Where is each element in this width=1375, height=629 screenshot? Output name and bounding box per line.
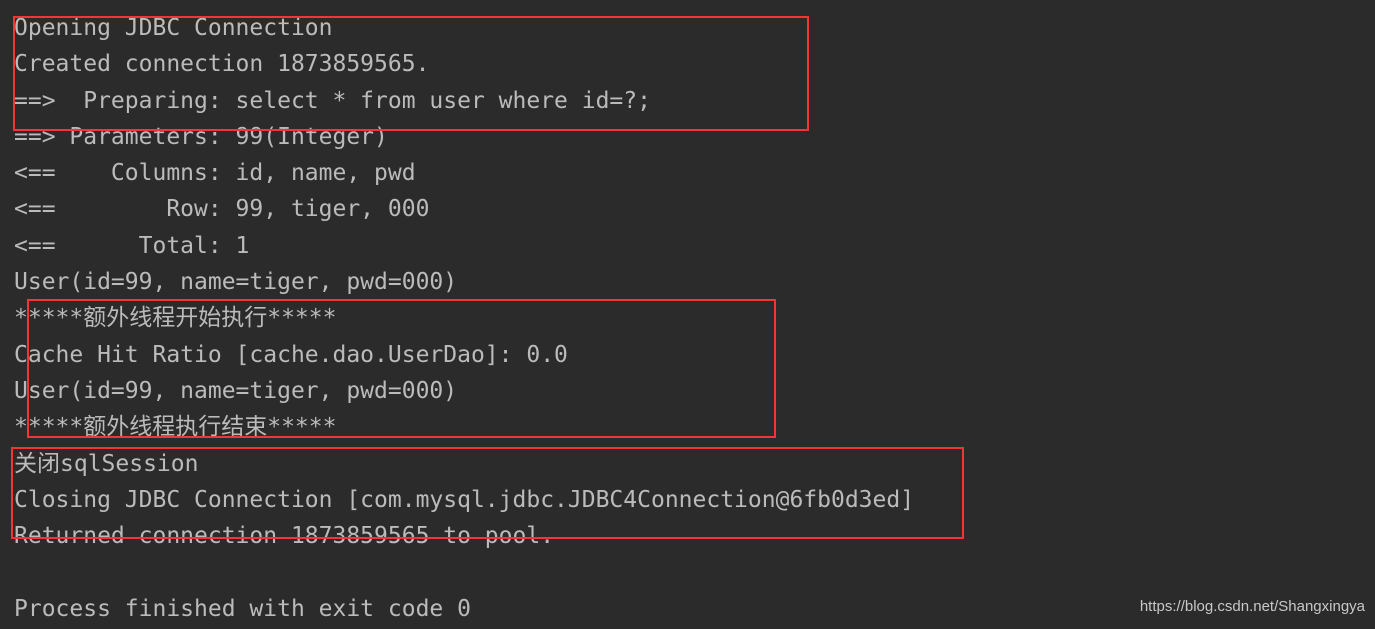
highlight-box-close-session bbox=[11, 447, 964, 539]
console-line: <== Columns: id, name, pwd bbox=[14, 160, 416, 187]
console-line: User(id=99, name=tiger, pwd=000) bbox=[14, 269, 458, 296]
highlight-box-extra-thread bbox=[27, 299, 776, 438]
watermark: https://blog.csdn.net/Shangxingya bbox=[1139, 598, 1365, 615]
console-line: <== Total: 1 bbox=[14, 232, 250, 259]
console-line: Process finished with exit code 0 bbox=[14, 595, 471, 622]
highlight-box-connection bbox=[13, 16, 809, 131]
console-line: <== Row: 99, tiger, 000 bbox=[14, 196, 430, 223]
